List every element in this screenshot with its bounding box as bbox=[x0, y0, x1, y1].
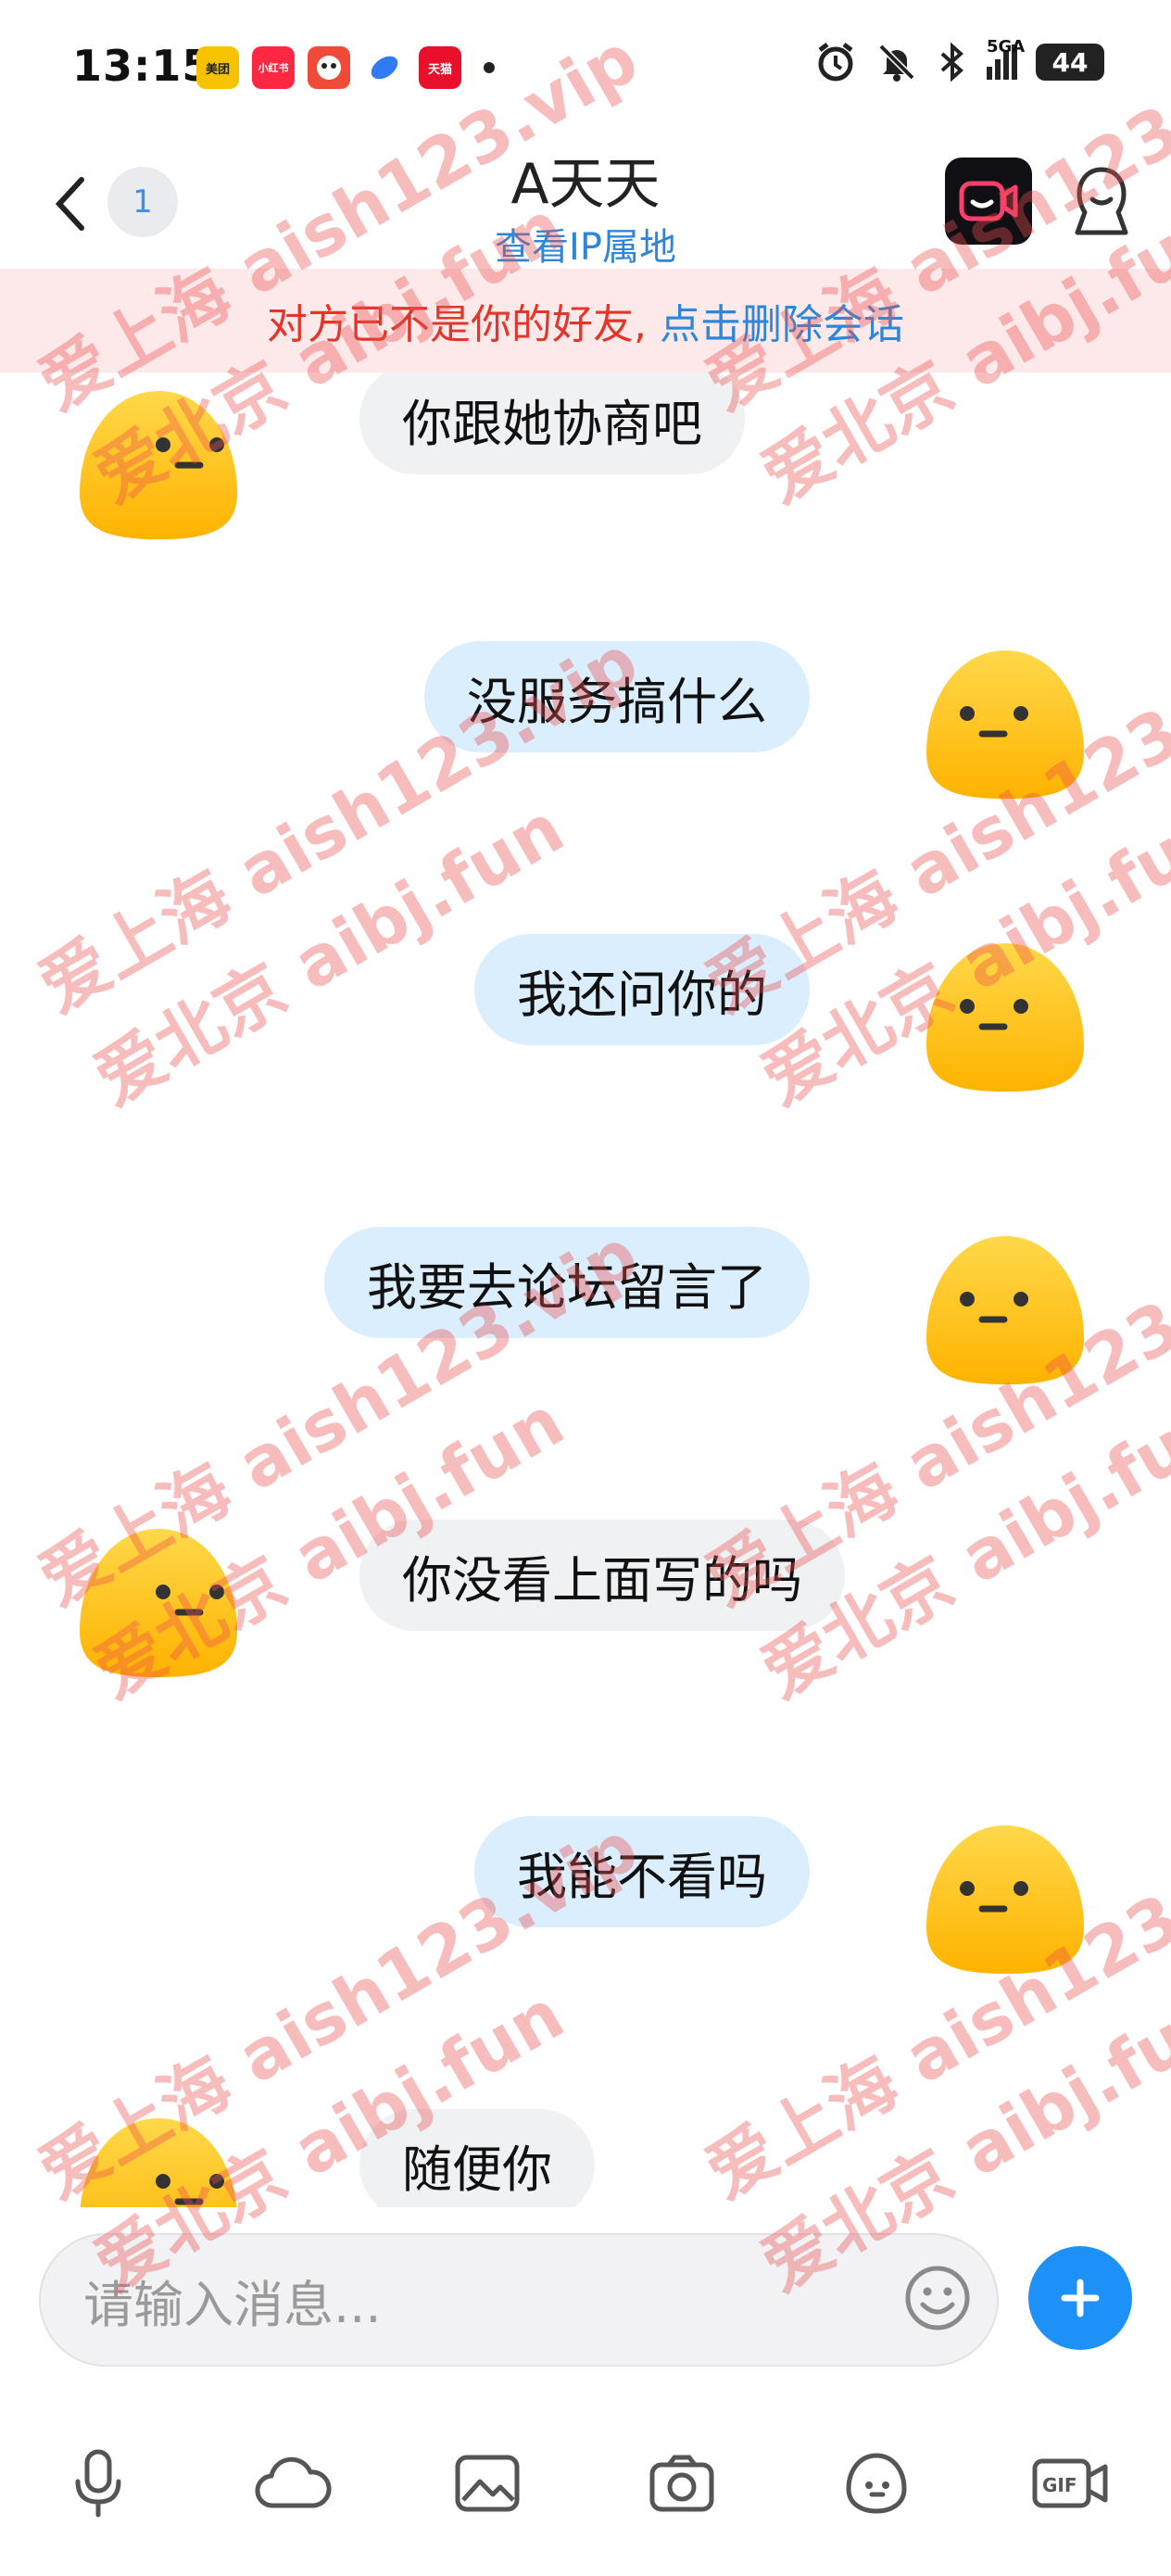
notification-app-icons: 美团 小红书 天猫 bbox=[196, 46, 495, 89]
voice-button[interactable] bbox=[52, 2428, 145, 2539]
battery-indicator: 44 bbox=[1036, 44, 1104, 81]
chat-toolbar: GIF bbox=[0, 2428, 1171, 2539]
camera-icon bbox=[649, 2455, 714, 2512]
message-bubble[interactable]: 你跟她协商吧 bbox=[359, 373, 745, 474]
network-label: 5GA bbox=[987, 37, 1026, 57]
self-avatar[interactable] bbox=[917, 1816, 1093, 1983]
chat-message: 你没看上面写的吗 bbox=[0, 1520, 1171, 1705]
message-input[interactable]: 请输入消息... bbox=[39, 2233, 999, 2367]
contact-avatar[interactable] bbox=[70, 382, 246, 549]
cloud-button[interactable] bbox=[246, 2428, 339, 2539]
video-call-button[interactable] bbox=[945, 158, 1032, 245]
sticker-button[interactable] bbox=[830, 2428, 923, 2539]
signal-indicator: 5GA bbox=[987, 37, 1025, 80]
contact-avatar[interactable] bbox=[70, 1520, 246, 1686]
chat-message: 随便你 bbox=[0, 2109, 1171, 2207]
chat-message: 我能不看吗 bbox=[0, 1816, 1171, 2001]
profile-button[interactable] bbox=[1058, 158, 1145, 245]
xiaohongshu-icon: 小红书 bbox=[252, 46, 295, 89]
message-bubble[interactable]: 我还问你的 bbox=[474, 934, 810, 1045]
chat-message: 我还问你的 bbox=[0, 934, 1171, 1119]
smiley-icon bbox=[905, 2266, 970, 2330]
bluetooth-icon bbox=[940, 42, 963, 82]
self-avatar[interactable] bbox=[917, 1227, 1093, 1394]
delete-conversation-link[interactable]: 点击删除会话 bbox=[660, 291, 904, 350]
user-profile-icon bbox=[1075, 167, 1128, 235]
status-bar: 13:15 美团 小红书 天猫 5GA 44 bbox=[0, 0, 1171, 139]
gif-icon: GIF bbox=[1032, 2458, 1108, 2508]
browser-app-icon bbox=[363, 46, 406, 89]
meituan-icon: 美团 bbox=[196, 46, 239, 89]
microphone-icon bbox=[75, 2449, 121, 2518]
chat-header: 1 A天天 查看IP属地 bbox=[0, 139, 1171, 269]
image-icon bbox=[455, 2455, 520, 2512]
mute-bell-icon bbox=[878, 44, 915, 82]
system-icons: 5GA 44 bbox=[814, 37, 1104, 83]
sticker-icon bbox=[846, 2453, 907, 2514]
self-avatar[interactable] bbox=[917, 641, 1093, 808]
more-notifications-dot bbox=[484, 62, 495, 73]
emoji-button[interactable] bbox=[899, 2259, 976, 2337]
chat-message: 我要去论坛留言了 bbox=[0, 1227, 1171, 1412]
gif-button[interactable]: GIF bbox=[1025, 2428, 1117, 2539]
contact-avatar[interactable] bbox=[70, 2109, 246, 2207]
message-bubble[interactable]: 你没看上面写的吗 bbox=[359, 1520, 845, 1631]
video-camera-icon bbox=[959, 181, 1018, 221]
plus-icon bbox=[1061, 2279, 1100, 2317]
status-time: 13:15 bbox=[72, 41, 213, 91]
message-bubble[interactable]: 我能不看吗 bbox=[474, 1816, 810, 1927]
not-friend-warning: 对方已不是你的好友, bbox=[267, 301, 647, 348]
self-avatar[interactable] bbox=[917, 934, 1093, 1101]
more-actions-button[interactable] bbox=[1028, 2246, 1132, 2350]
tmall-icon: 天猫 bbox=[419, 46, 461, 89]
message-bubble[interactable]: 随便你 bbox=[359, 2109, 595, 2207]
not-friend-banner: 对方已不是你的好友, 点击删除会话 bbox=[0, 269, 1171, 373]
image-button[interactable] bbox=[441, 2428, 534, 2539]
svg-text:GIF: GIF bbox=[1042, 2474, 1077, 2496]
chat-message: 没服务搞什么 bbox=[0, 641, 1171, 827]
message-bubble[interactable]: 我要去论坛留言了 bbox=[324, 1227, 810, 1338]
message-input-bar: 请输入消息... bbox=[0, 2207, 1171, 2393]
cloud-icon bbox=[255, 2456, 332, 2508]
alarm-icon bbox=[818, 43, 853, 82]
message-bubble[interactable]: 没服务搞什么 bbox=[424, 641, 810, 752]
chat-message: 你跟她协商吧 bbox=[0, 373, 1171, 539]
camera-button[interactable] bbox=[636, 2428, 728, 2539]
game-app-icon bbox=[308, 46, 350, 89]
chat-message-list[interactable]: 你跟她协商吧 没服务搞什么 我还问你的 我要去论坛留言了 你没看上面写的吗 我能… bbox=[0, 373, 1171, 2207]
